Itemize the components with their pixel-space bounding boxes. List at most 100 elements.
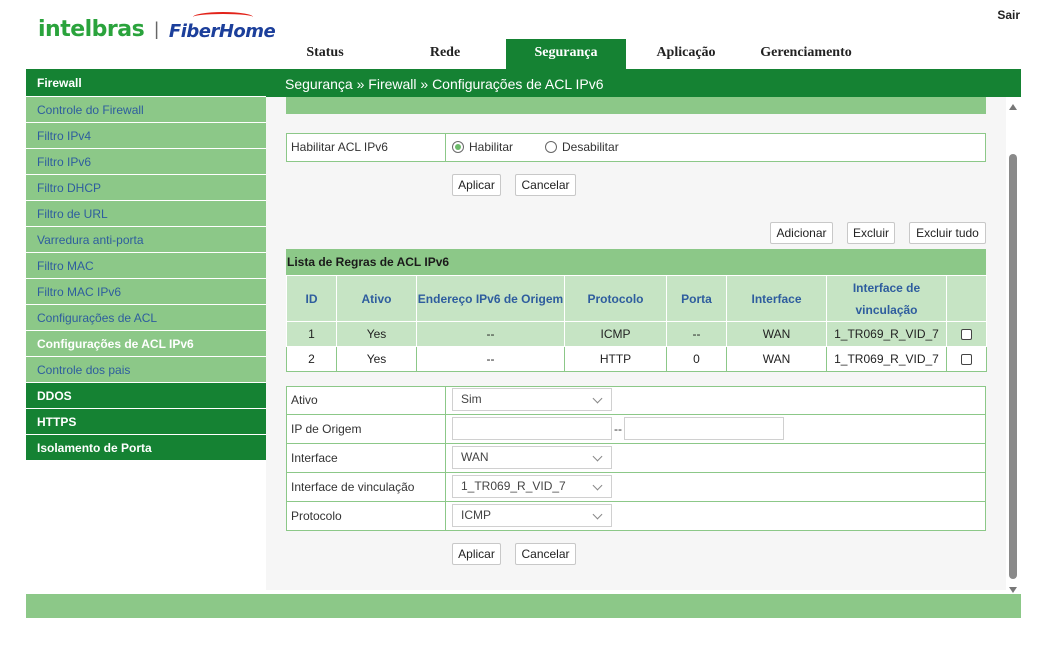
scrollbar-thumb[interactable] <box>1009 154 1017 579</box>
vinculacao-select[interactable]: 1_TR069_R_VID_7 <box>452 475 612 498</box>
cell-origem: -- <box>416 321 565 347</box>
rule-form-row-line <box>286 414 986 415</box>
protocolo-label: Protocolo <box>291 509 342 523</box>
logout-link[interactable]: Sair <box>997 8 1020 22</box>
protocolo-select-value: ICMP <box>461 508 491 522</box>
cell-porta: -- <box>666 321 727 347</box>
radio-habilitar[interactable] <box>452 141 464 153</box>
table-row[interactable]: 1 Yes -- ICMP -- WAN 1_TR069_R_VID_7 <box>286 321 987 347</box>
tab-rede[interactable]: Rede <box>384 39 506 69</box>
cell-vinculacao: 1_TR069_R_VID_7 <box>826 321 947 347</box>
interface-label: Interface <box>291 451 338 465</box>
sidebar-section-https[interactable]: HTTPS <box>26 409 266 435</box>
apply-enable-button[interactable]: Aplicar <box>452 174 501 196</box>
content-top-strip <box>286 97 986 114</box>
footer-bar <box>26 594 1021 618</box>
ip-origem-end-input[interactable] <box>624 417 784 440</box>
rule-form <box>286 386 986 531</box>
col-ativo: Ativo <box>336 275 417 322</box>
chevron-down-icon <box>592 393 603 404</box>
rule-form-row-line <box>286 443 986 444</box>
sidebar-item-acl[interactable]: Configurações de ACL <box>26 305 266 331</box>
tab-status[interactable]: Status <box>266 39 384 69</box>
radio-desabilitar[interactable] <box>545 141 557 153</box>
interface-select-value: WAN <box>461 450 489 464</box>
logo-swoosh <box>192 12 253 22</box>
row-checkbox[interactable] <box>961 354 972 366</box>
scroll-up-arrow-icon[interactable] <box>1009 104 1017 110</box>
scroll-down-arrow-icon[interactable] <box>1009 587 1017 593</box>
cancel-enable-button[interactable]: Cancelar <box>515 174 576 196</box>
vinculacao-select-value: 1_TR069_R_VID_7 <box>461 479 566 493</box>
logo-separator: | <box>154 19 159 39</box>
ip-origem-label: IP de Origem <box>291 422 362 436</box>
cell-id: 2 <box>286 346 337 372</box>
cell-ativo: Yes <box>336 346 417 372</box>
protocolo-select[interactable]: ICMP <box>452 504 612 527</box>
col-interface: Interface <box>726 275 827 322</box>
cell-porta: 0 <box>666 346 727 372</box>
sidebar-item-filtro-ipv6[interactable]: Filtro IPv6 <box>26 149 266 175</box>
interface-select[interactable]: WAN <box>452 446 612 469</box>
sidebar-item-filtro-url[interactable]: Filtro de URL <box>26 201 266 227</box>
sidebar-section-ddos[interactable]: DDOS <box>26 383 266 409</box>
rule-form-row-line <box>286 472 986 473</box>
breadcrumb: Segurança » Firewall » Configurações de … <box>285 76 604 92</box>
top-navigation: Status Rede Segurança Aplicação Gerencia… <box>266 39 866 69</box>
col-protocolo: Protocolo <box>564 275 667 322</box>
cell-interface: WAN <box>726 346 827 372</box>
sidebar-section-isolamento[interactable]: Isolamento de Porta <box>26 435 266 461</box>
ip-range-separator: -- <box>614 422 622 436</box>
sidebar-section-firewall[interactable]: Firewall <box>26 69 266 97</box>
tab-aplicacao[interactable]: Aplicação <box>626 39 746 69</box>
cell-id: 1 <box>286 321 337 347</box>
add-rule-button[interactable]: Adicionar <box>770 222 833 244</box>
cell-protocolo: ICMP <box>564 321 667 347</box>
col-select <box>946 275 987 322</box>
tab-seguranca[interactable]: Segurança <box>506 39 626 69</box>
cell-origem: -- <box>416 346 565 372</box>
sidebar-item-filtro-ipv4[interactable]: Filtro IPv4 <box>26 123 266 149</box>
sidebar-item-controle-pais[interactable]: Controle dos pais <box>26 357 266 383</box>
ip-origem-start-input[interactable] <box>452 417 612 440</box>
sidebar-item-acl-ipv6[interactable]: Configurações de ACL IPv6 <box>26 331 266 357</box>
rules-table-caption: Lista de Regras de ACL IPv6 <box>286 249 986 275</box>
table-row[interactable]: 2 Yes -- HTTP 0 WAN 1_TR069_R_VID_7 <box>286 346 987 372</box>
cell-vinculacao: 1_TR069_R_VID_7 <box>826 346 947 372</box>
sidebar-item-varredura[interactable]: Varredura anti-porta <box>26 227 266 253</box>
radio-habilitar-label[interactable]: Habilitar <box>469 140 513 154</box>
rules-table: ID Ativo Endereço IPv6 de Origem Protoco… <box>286 275 987 372</box>
tab-gerenciamento[interactable]: Gerenciamento <box>746 39 866 69</box>
enable-acl-row <box>286 133 986 162</box>
cell-ativo: Yes <box>336 321 417 347</box>
col-vinculacao: Interface de vinculação <box>826 275 947 322</box>
sidebar-item-filtro-mac-ipv6[interactable]: Filtro MAC IPv6 <box>26 279 266 305</box>
sidebar-item-filtro-mac[interactable]: Filtro MAC <box>26 253 266 279</box>
cell-protocolo: HTTP <box>564 346 667 372</box>
cell-select <box>946 346 987 372</box>
enable-row-divider <box>445 133 446 162</box>
enable-acl-label: Habilitar ACL IPv6 <box>291 140 388 154</box>
sidebar-firewall-head-wrap: Firewall <box>26 69 266 97</box>
apply-rule-button[interactable]: Aplicar <box>452 543 501 565</box>
delete-all-button[interactable]: Excluir tudo <box>909 222 986 244</box>
chevron-down-icon <box>592 509 603 520</box>
ativo-select[interactable]: Sim <box>452 388 612 411</box>
row-checkbox[interactable] <box>961 329 972 341</box>
cancel-rule-button[interactable]: Cancelar <box>515 543 576 565</box>
rule-form-divider <box>445 386 446 531</box>
logo-partner: FiberHome <box>169 12 276 42</box>
vinculacao-label: Interface de vinculação <box>291 480 415 494</box>
rule-form-row-line <box>286 501 986 502</box>
sidebar-item-controle-firewall[interactable]: Controle do Firewall <box>26 97 266 123</box>
chevron-down-icon <box>592 480 603 491</box>
col-porta: Porta <box>666 275 727 322</box>
cell-interface: WAN <box>726 321 827 347</box>
sidebar: Controle do Firewall Filtro IPv4 Filtro … <box>26 97 266 461</box>
sidebar-item-filtro-dhcp[interactable]: Filtro DHCP <box>26 175 266 201</box>
logo-brand: intelbras <box>38 17 145 42</box>
ativo-label: Ativo <box>291 393 318 407</box>
chevron-down-icon <box>592 451 603 462</box>
delete-rule-button[interactable]: Excluir <box>847 222 895 244</box>
radio-desabilitar-label[interactable]: Desabilitar <box>562 140 619 154</box>
